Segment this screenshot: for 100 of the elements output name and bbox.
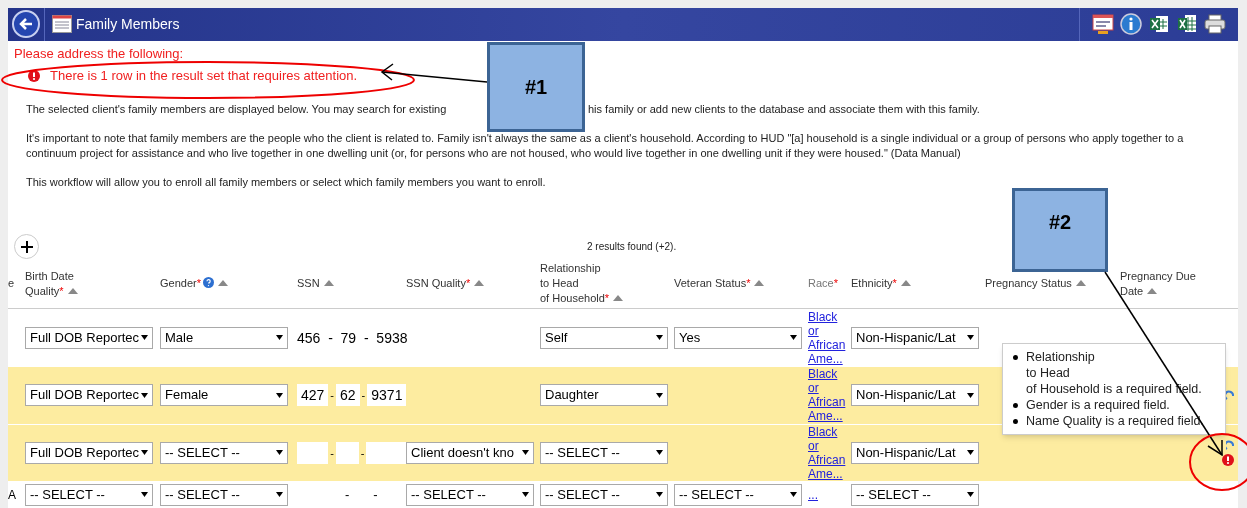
ssn-field[interactable]: 427	[297, 384, 329, 407]
ssn-separator: -	[373, 485, 378, 504]
caret-icon	[790, 335, 797, 341]
table-cell: A	[8, 487, 16, 502]
window-title: Family Members	[76, 14, 180, 34]
sort-icon[interactable]	[474, 280, 485, 287]
caret-icon	[141, 392, 148, 398]
caret-icon	[967, 335, 974, 341]
caret-icon	[967, 450, 974, 456]
refresh-icon[interactable]	[1226, 439, 1234, 450]
info-icon[interactable]	[1120, 13, 1142, 36]
caret-icon	[141, 492, 148, 498]
dropdown[interactable]: Client doesn't kno	[406, 441, 534, 464]
race-link[interactable]: Black or African Ame...	[808, 424, 848, 481]
sort-icon[interactable]	[754, 280, 765, 287]
printer-icon[interactable]	[1204, 13, 1226, 36]
sort-icon[interactable]	[1075, 280, 1086, 287]
refresh-icon[interactable]	[1226, 390, 1234, 401]
column-header[interactable]: Ethnicity*	[851, 276, 911, 292]
sort-icon[interactable]	[900, 280, 911, 287]
callout-label: #2	[1012, 188, 1108, 272]
dropdown[interactable]: Non-Hispanic/Lat	[851, 326, 979, 349]
column-header: Race*	[808, 276, 838, 292]
sort-icon[interactable]	[323, 280, 334, 287]
caret-icon	[522, 492, 529, 498]
alert-heading: Please address the following:	[14, 44, 185, 63]
bullet-icon	[1013, 403, 1018, 408]
column-header[interactable]: Relationship to Head of Household*	[540, 261, 624, 307]
dropdown[interactable]: -- SELECT --	[160, 483, 288, 506]
sort-icon[interactable]	[613, 295, 624, 302]
tooltip-item: Gender is a required field.	[1026, 397, 1170, 413]
race-link[interactable]: ...	[808, 487, 848, 502]
column-header[interactable]: SSN	[297, 276, 334, 292]
results-count: 2 results found (+2).	[587, 240, 677, 255]
help-icon[interactable]	[203, 277, 214, 289]
ssn-separator: -	[345, 485, 350, 504]
column-header[interactable]: SSN Quality*	[406, 276, 485, 292]
caret-icon	[656, 335, 663, 341]
caret-icon	[141, 450, 148, 456]
error-icon	[1222, 453, 1234, 466]
ssn-field[interactable]	[297, 441, 329, 464]
race-link[interactable]: Black or African Ame...	[808, 367, 848, 424]
caret-icon	[141, 335, 148, 341]
add-button[interactable]	[14, 234, 39, 260]
caret-icon	[276, 450, 283, 456]
dropdown[interactable]: Female	[160, 384, 288, 407]
caret-icon	[276, 335, 283, 341]
dropdown[interactable]: -- SELECT --	[406, 483, 534, 506]
column-header: e	[8, 276, 15, 292]
caret-icon	[656, 450, 663, 456]
dropdown[interactable]: -- SELECT --	[851, 483, 979, 506]
ssn-value: 456 - 79 - 5938	[297, 329, 408, 346]
list-icon	[52, 15, 72, 34]
description-text: This workflow will allow you to enroll all family members or select which family members you want to enroll.	[26, 174, 546, 190]
dropdown[interactable]: -- SELECT --	[674, 483, 802, 506]
caret-icon	[967, 492, 974, 498]
dropdown[interactable]: -- SELECT --	[160, 441, 288, 464]
bullet-icon	[1013, 355, 1018, 360]
caret-icon	[276, 392, 283, 398]
caret-icon	[656, 392, 663, 398]
dropdown[interactable]: -- SELECT --	[540, 483, 668, 506]
ssn-field[interactable]: 62	[336, 384, 360, 407]
ssn-field[interactable]	[366, 441, 406, 464]
ssn-field[interactable]: 9371	[367, 384, 407, 407]
column-header[interactable]: Veteran Status*	[674, 276, 765, 292]
description-text: It's important to note that family members are the people who the client is related to. Family isn't always the same as a client's household. According to HUD "[a] household is a single individual or a group of persons who apply together to a continuum project for assistance and who live together in one dwelling unit (or, for persons who are not housed, who would live together in one dwelling unit if they were housed." (Data Manual)	[26, 130, 1185, 161]
dropdown[interactable]: Daughter	[540, 384, 668, 407]
sort-icon[interactable]	[218, 280, 228, 287]
form-icon[interactable]	[1092, 13, 1114, 36]
column-header[interactable]: Birth Date Quality*	[25, 268, 78, 299]
dropdown[interactable]: Non-Hispanic/Lat	[851, 384, 979, 407]
back-arrow-icon	[19, 17, 33, 32]
caret-icon	[656, 492, 663, 498]
back-button[interactable]	[12, 10, 40, 39]
sort-icon[interactable]	[1147, 287, 1158, 294]
bullet-icon	[1013, 419, 1018, 424]
ssn-separator: -	[329, 387, 336, 403]
dropdown[interactable]: Full DOB Reportec	[25, 326, 153, 349]
caret-icon	[790, 492, 797, 498]
error-icon	[28, 70, 40, 83]
plus-icon	[20, 240, 33, 253]
column-header[interactable]: Pregnancy Status	[985, 276, 1086, 292]
dropdown[interactable]: Non-Hispanic/Lat	[851, 441, 979, 464]
ssn-separator: -	[329, 445, 335, 461]
caret-icon	[967, 392, 974, 398]
race-link[interactable]: Black or African Ame...	[808, 309, 848, 366]
dropdown[interactable]: -- SELECT --	[540, 441, 668, 464]
caret-icon	[522, 450, 529, 456]
dropdown[interactable]: Full DOB Reportec	[25, 441, 153, 464]
dropdown[interactable]: Full DOB Reportec	[25, 384, 153, 407]
ssn-separator: -	[359, 445, 366, 461]
dropdown[interactable]: Self	[540, 326, 668, 349]
column-header[interactable]: Gender*	[160, 276, 228, 292]
dropdown[interactable]: -- SELECT --	[25, 483, 153, 506]
dropdown[interactable]: Male	[160, 326, 288, 349]
column-header[interactable]: Pregnancy Due Date	[1120, 268, 1196, 299]
sort-icon[interactable]	[67, 287, 78, 294]
ssn-field[interactable]	[335, 441, 359, 464]
dropdown[interactable]: Yes	[674, 326, 802, 349]
alert-message: There is 1 row in the result set that requires attention.	[50, 67, 358, 86]
